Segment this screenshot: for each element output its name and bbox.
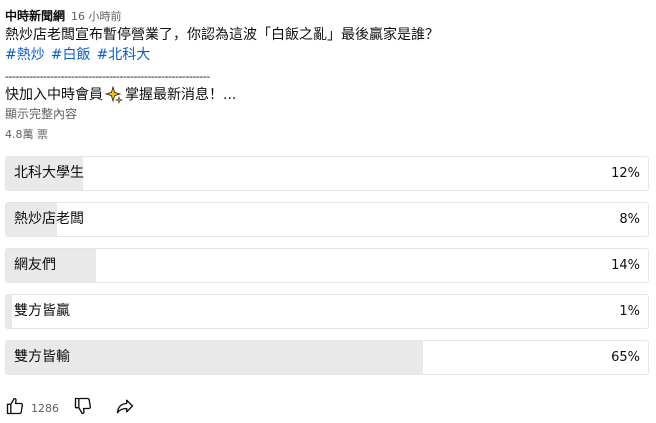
poll-option-percent: 8% (619, 212, 640, 227)
poll-option[interactable]: 熱炒店老闆 8% (5, 202, 649, 237)
community-post: 中時新聞網 16 小時前 熱炒店老闆宣布暫停營業了，你認為這波「白飯之亂」最後贏… (5, 0, 651, 143)
poll-option-label: 北科大學生 (14, 165, 84, 181)
vote-count: 4.8萬 票 (5, 128, 48, 141)
poll-option-label: 網友們 (14, 257, 56, 273)
poll-option[interactable]: 網友們 14% (5, 248, 649, 283)
poll-option-percent: 65% (611, 350, 640, 365)
poll-option-label: 雙方皆贏 (14, 303, 70, 319)
post-time[interactable]: 16 小時前 (71, 8, 122, 24)
poll-option[interactable]: 雙方皆輸 65% (5, 340, 649, 375)
hashtag-list: #熱炒 #白飯 #北科大 (5, 45, 651, 65)
hashtag-link[interactable]: #白飯 (51, 45, 91, 65)
post-header: 中時新聞網 16 小時前 (5, 0, 651, 24)
post-text: 熱炒店老闆宣布暫停營業了，你認為這波「白飯之亂」最後贏家是誰？ (5, 27, 439, 43)
thumb-down-icon (73, 396, 93, 420)
post-text-line: 快加入中時會員 掌握最新消息！... (5, 85, 651, 105)
poll: 北科大學生 12% 熱炒店老闆 8% 網友們 14% 雙方皆贏 1% 雙方皆輸 … (5, 156, 649, 386)
hashtag-link[interactable]: #北科大 (96, 45, 150, 65)
sparkle-icon (104, 85, 124, 105)
poll-option-label: 雙方皆輸 (14, 349, 70, 365)
channel-name[interactable]: 中時新聞網 (5, 7, 65, 24)
member-prompt-text: 快加入中時會員 (5, 87, 103, 103)
text-divider: ----------------------------------------… (5, 70, 210, 83)
member-prompt-suffix: 掌握最新消息！... (125, 87, 237, 103)
poll-option-percent: 12% (611, 166, 640, 181)
share-icon (115, 396, 135, 420)
thumb-up-icon (5, 396, 25, 420)
poll-option-label: 熱炒店老闆 (14, 211, 84, 227)
poll-option[interactable]: 雙方皆贏 1% (5, 294, 649, 329)
like-button[interactable] (5, 396, 25, 420)
hashtag-link[interactable]: #熱炒 (5, 45, 45, 65)
poll-option-percent: 14% (611, 258, 640, 273)
dislike-button[interactable] (73, 396, 93, 420)
show-more-link[interactable]: 顯示完整內容 (5, 105, 651, 123)
poll-option-percent: 1% (619, 304, 640, 319)
share-button[interactable] (115, 396, 135, 420)
poll-option[interactable]: 北科大學生 12% (5, 156, 649, 191)
like-count: 1286 (31, 401, 59, 415)
post-actions: 1286 (5, 397, 135, 419)
poll-option-bar (6, 295, 13, 328)
